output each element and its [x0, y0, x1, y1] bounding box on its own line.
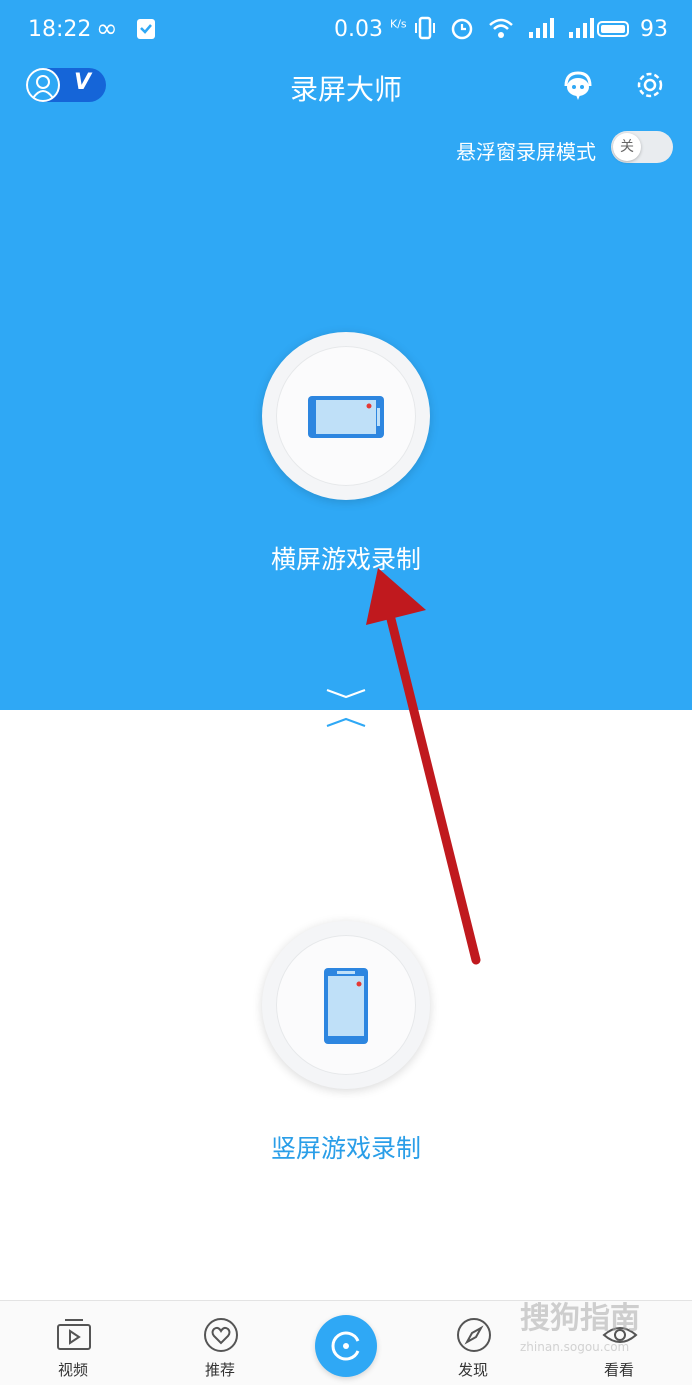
heart-icon [204, 1318, 238, 1352]
landscape-record-button[interactable] [262, 332, 430, 500]
status-icons [414, 16, 596, 40]
floating-window-mode-label: 悬浮窗录屏模式 [456, 140, 596, 164]
nav-item-videos[interactable]: 视频 [28, 1301, 118, 1385]
nav-label-recommend: 推荐 [204, 1361, 235, 1379]
portrait-phone-icon [324, 968, 368, 1044]
nav-label-discover: 发现 [457, 1361, 488, 1379]
battery-level: 93 [640, 17, 668, 42]
chevron-up-icon[interactable] [326, 716, 366, 728]
vibrate-icon [415, 16, 435, 40]
customer-service-icon[interactable] [561, 70, 595, 102]
record-button[interactable] [315, 1315, 377, 1377]
battery-icon [597, 21, 629, 37]
portrait-record-inner [276, 935, 416, 1075]
toggle-knob: 关 [613, 133, 641, 161]
landscape-record-inner [276, 346, 416, 486]
nav-item-discover[interactable]: 发现 [428, 1301, 518, 1385]
message-icon [136, 18, 156, 46]
infinity-icon: ∞ [96, 14, 118, 44]
compass-icon [457, 1318, 491, 1352]
record-icon [331, 1331, 360, 1361]
nav-label-videos: 视频 [57, 1361, 88, 1379]
signal-icon [529, 18, 554, 38]
chevron-down-icon[interactable] [326, 688, 366, 700]
settings-gear-icon[interactable] [634, 69, 666, 101]
signal-4g-icon [569, 18, 594, 38]
wifi-icon [489, 18, 513, 38]
speed-value: 0.03 [334, 17, 383, 42]
video-icon [57, 1319, 91, 1350]
speed-unit: K/s [389, 17, 407, 31]
watermark-url: zhinan.sogou.com [520, 1340, 630, 1354]
alarm-icon [451, 18, 473, 40]
portrait-record-button[interactable] [262, 921, 430, 1089]
network-speed: 0.03 K/s [334, 17, 407, 42]
landscape-phone-icon [308, 396, 384, 438]
status-bar: 18:22 ∞ 0.03 K/s 93 [0, 0, 692, 62]
floating-window-toggle[interactable]: 关 [611, 131, 673, 163]
portrait-record-label[interactable]: 竖屏游戏录制 [0, 1129, 692, 1165]
nav-item-recommend[interactable]: 推荐 [175, 1301, 265, 1385]
landscape-record-label[interactable]: 横屏游戏录制 [0, 540, 692, 576]
status-time: 18:22 [28, 17, 92, 42]
